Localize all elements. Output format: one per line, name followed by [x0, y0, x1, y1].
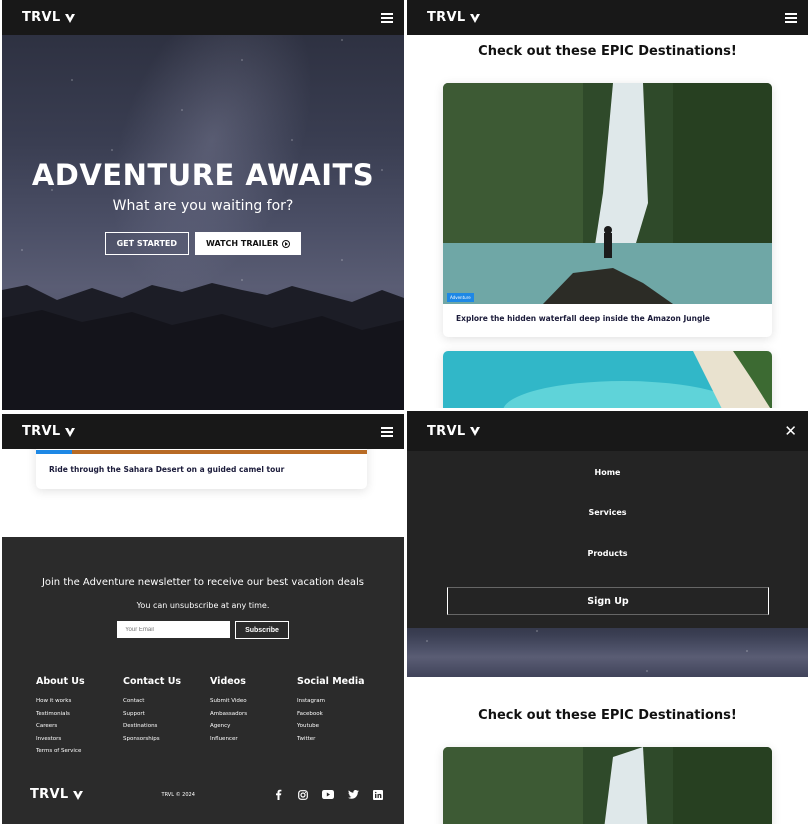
- destination-card[interactable]: [443, 351, 772, 408]
- category-badge: Adventure: [447, 293, 474, 302]
- footer-link[interactable]: Sponsorships: [123, 733, 210, 746]
- hero-subtitle: What are you waiting for?: [112, 198, 294, 214]
- footer-link[interactable]: Influencer: [210, 733, 297, 746]
- close-icon[interactable]: ✕: [784, 423, 797, 439]
- menu-item-products[interactable]: Products: [407, 549, 808, 558]
- footer-link[interactable]: Twitter: [297, 733, 384, 746]
- footer-link[interactable]: Instagram: [297, 695, 384, 708]
- facebook-icon[interactable]: [272, 789, 284, 801]
- card-description: Explore the hidden waterfall deep inside…: [456, 314, 710, 323]
- footer-view: Ride through the Sahara Desert on a guid…: [2, 414, 404, 824]
- play-circle-icon: [282, 239, 291, 248]
- sign-up-button[interactable]: Sign Up: [447, 587, 769, 615]
- footer-link[interactable]: Testimonials: [36, 708, 123, 721]
- mobile-menu-view: TRVL ✕ Home Services Products Sign Up Ch…: [407, 411, 808, 824]
- footer-column-title: Videos: [210, 676, 246, 687]
- footer-column-social: Social Media Instagram Facebook Youtube …: [297, 676, 384, 758]
- destination-card[interactable]: [443, 747, 772, 824]
- newsletter-subtitle: You can unsubscribe at any time.: [136, 601, 270, 610]
- footer-link[interactable]: Support: [123, 708, 210, 721]
- email-input[interactable]: [117, 621, 231, 638]
- menu-item-services[interactable]: Services: [407, 508, 808, 517]
- hero-title: ADVENTURE AWAITS: [31, 158, 375, 192]
- logo[interactable]: TRVL: [427, 10, 481, 25]
- footer-column-contact: Contact Us Contact Support Destinations …: [123, 676, 210, 758]
- subscribe-button[interactable]: Subscribe: [235, 621, 289, 639]
- footer-link[interactable]: Youtube: [297, 720, 384, 733]
- beach-image: [443, 351, 772, 408]
- twitter-icon[interactable]: [347, 789, 359, 801]
- logo-icon: [65, 427, 76, 437]
- footer-column-videos: Videos Submit Video Ambassadors Agency I…: [210, 676, 297, 758]
- logo-icon: [73, 790, 84, 800]
- footer-links: About Us How it works Testimonials Caree…: [36, 676, 384, 758]
- destination-card[interactable]: Adventure Explore the hidden waterfall d…: [443, 83, 772, 337]
- menu-item-home[interactable]: Home: [407, 468, 808, 477]
- mobile-menu: Home Services Products Sign Up: [407, 451, 808, 628]
- footer-column-title: Social Media: [297, 676, 365, 687]
- waterfall-image: [443, 747, 772, 824]
- footer-link[interactable]: Submit Video: [210, 695, 297, 708]
- instagram-icon[interactable]: [297, 789, 309, 801]
- navbar: TRVL: [407, 0, 808, 35]
- watch-trailer-button[interactable]: WATCH TRAILER: [195, 232, 302, 255]
- linkedin-icon[interactable]: [372, 789, 384, 801]
- logo[interactable]: TRVL: [427, 424, 481, 439]
- waterfall-image: [443, 83, 772, 304]
- logo-icon: [470, 427, 481, 436]
- watch-trailer-label: WATCH TRAILER: [206, 239, 279, 248]
- social-icons: [272, 789, 384, 801]
- footer-link[interactable]: Terms of Service: [36, 745, 123, 758]
- hamburger-menu-icon[interactable]: [381, 12, 393, 23]
- section-title: Check out these EPIC Destinations!: [478, 44, 737, 59]
- footer-column-title: Contact Us: [123, 676, 182, 687]
- logo[interactable]: TRVL: [22, 424, 76, 439]
- footer-link[interactable]: Agency: [210, 720, 297, 733]
- footer-column-title: About Us: [36, 676, 85, 687]
- logo-icon: [470, 13, 481, 23]
- footer-link[interactable]: Investors: [36, 733, 123, 746]
- footer-link[interactable]: Careers: [36, 720, 123, 733]
- navbar: TRVL: [2, 0, 404, 35]
- footer-link[interactable]: Ambassadors: [210, 708, 297, 721]
- footer-link[interactable]: Contact: [123, 695, 210, 708]
- copyright-text: TRVL © 2024: [161, 791, 195, 798]
- logo-icon: [65, 13, 76, 23]
- footer-logo[interactable]: TRVL: [30, 787, 84, 802]
- navbar: TRVL ✕: [407, 411, 808, 451]
- destinations-view: TRVL Check out these EPIC Destinations! …: [407, 0, 808, 408]
- footer-column-about: About Us How it works Testimonials Caree…: [36, 676, 123, 758]
- newsletter-section: Join the Adventure newsletter to receive…: [2, 537, 404, 824]
- youtube-icon[interactable]: [322, 789, 334, 801]
- card-description: Ride through the Sahara Desert on a guid…: [49, 465, 285, 474]
- logo[interactable]: TRVL: [22, 10, 76, 25]
- hero-view: TRVL ADVENTURE AWAITS What are you waiti…: [2, 0, 404, 410]
- section-title: Check out these EPIC Destinations!: [478, 708, 737, 723]
- footer-link[interactable]: Destinations: [123, 720, 210, 733]
- hamburger-menu-icon[interactable]: [785, 12, 797, 23]
- newsletter-title: Join the Adventure newsletter to receive…: [41, 577, 365, 588]
- get-started-button[interactable]: GET STARTED: [104, 232, 190, 255]
- footer-link[interactable]: How it works: [36, 695, 123, 708]
- footer-link[interactable]: Facebook: [297, 708, 384, 721]
- navbar: TRVL: [2, 414, 404, 449]
- hamburger-menu-icon[interactable]: [381, 426, 393, 437]
